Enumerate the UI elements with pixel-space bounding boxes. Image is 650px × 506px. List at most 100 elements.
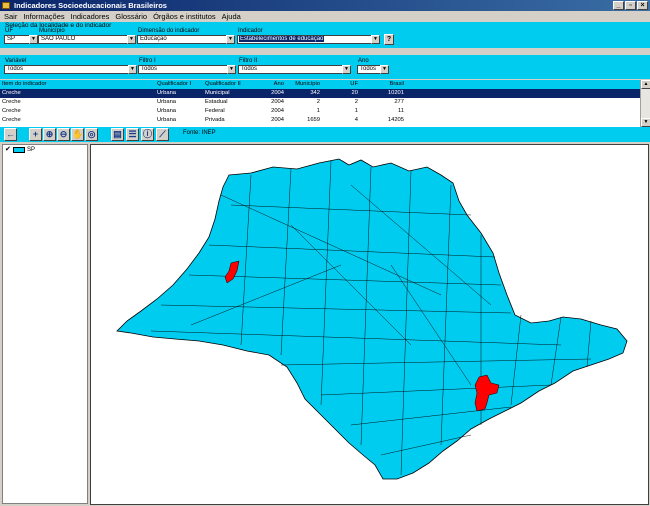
state-shape [116,158,628,480]
menu-ajuda[interactable]: Ajuda [222,11,241,22]
cell-item: Creche [2,90,21,96]
cell-ano: 2004 [271,90,284,96]
minimize-button[interactable]: _ [613,1,624,10]
col-brasil[interactable]: Brasil [378,80,405,89]
print-icon[interactable]: ▤ [111,128,124,141]
layer-swatch [13,147,25,153]
variavel-label: Variável [5,58,27,64]
measure-icon[interactable]: ⟋ [156,128,169,141]
cell-uf: 4 [354,117,358,123]
cell-qualificador2: Municipal [205,90,230,96]
table-row[interactable]: Creche Urbana Estadual 2004 2 2 277 [0,98,640,107]
indicador-label: Indicador [238,28,263,34]
pan-cross-icon[interactable]: + [29,128,42,141]
col-item[interactable]: Item do indicador [2,80,46,89]
close-button[interactable]: × [637,1,648,10]
filtro2-select[interactable]: Todos [238,65,343,74]
map-toolbar: ← + ⊕ ⊖ ✋ ◎ ▤ ☰ ⓘ ⟋ Fonte: INEP [0,127,650,142]
menu-glossario[interactable]: Glossário [115,11,147,22]
cell-qualificador2: Federal [205,108,225,114]
uf-select[interactable]: SP [4,35,30,44]
table-scrollbar[interactable]: ▲ ▼ [640,80,650,127]
indicador-select[interactable]: Estabelecimentos de educação [237,35,372,44]
map-view[interactable] [90,144,649,505]
dimensao-select[interactable]: Educação [137,35,227,44]
cell-brasil: 277 [394,99,404,105]
layer-item-sp[interactable]: ✔ SP [5,146,36,153]
cell-item: Creche [2,99,21,105]
app-icon [2,2,10,9]
municipio-select[interactable]: SAO PAULO [38,35,128,44]
scroll-up-icon[interactable]: ▲ [641,80,650,89]
cell-item: Creche [2,108,21,114]
selection-panel: Seleção da localidade e do indicador UF … [0,22,650,48]
dimensao-dropdown-arrow-icon[interactable]: ▼ [226,35,235,44]
cell-brasil: 14205 [387,117,404,123]
cell-brasil: 10201 [387,90,404,96]
cell-qualificador1: Urbana [157,99,177,105]
cell-ano: 2004 [271,99,284,105]
cell-municipio: 342 [310,90,320,96]
ano-dropdown-arrow-icon[interactable]: ▼ [380,65,389,74]
back-arrow-icon[interactable]: ← [4,128,17,141]
info-icon[interactable]: ⓘ [141,128,154,141]
cell-qualificador1: Urbana [157,117,177,123]
cell-municipio: 1659 [307,117,320,123]
menu-indicadores[interactable]: Indicadores [71,11,110,22]
menu-bar: Sair Informações Indicadores Glossário Ó… [0,11,650,22]
uf-label: UF [5,28,13,34]
filtro1-label: Filtro I [139,58,156,64]
ano-label: Ano [358,58,369,64]
municipio-dropdown-arrow-icon[interactable]: ▼ [127,35,136,44]
title-bar: Indicadores Socioeducacionais Brasileiro… [0,0,650,11]
cell-ano: 2004 [271,108,284,114]
filters-panel: Variável Todos ▼ Filtro I Todos ▼ Filtro… [0,55,650,79]
filtro2-label: Filtro II [239,58,258,64]
cell-uf: 20 [351,90,358,96]
menu-informacoes[interactable]: Informações [23,11,64,22]
variavel-select[interactable]: Todos [4,65,129,74]
cell-qualificador2: Estadual [205,99,228,105]
layer-name: SP [27,147,36,153]
help-button[interactable]: ? [384,34,394,45]
cell-brasil: 11 [397,108,404,114]
maximize-button[interactable]: ▫ [625,1,636,10]
filtro1-dropdown-arrow-icon[interactable]: ▼ [227,65,236,74]
col-municipio[interactable]: Município [292,80,320,89]
cell-municipio: 1 [316,108,320,114]
cell-qualificador1: Urbana [157,108,177,114]
table-row[interactable]: Creche Urbana Federal 2004 1 1 11 [0,107,640,116]
col-qualificador2[interactable]: Qualificador II [205,80,241,89]
table-row[interactable]: Creche Urbana Municipal 2004 342 20 1020… [0,89,640,98]
indicator-table: Item do indicador Qualificador I Qualifi… [0,80,650,127]
separator [0,48,650,55]
filtro2-dropdown-arrow-icon[interactable]: ▼ [342,65,351,74]
hand-pan-icon[interactable]: ✋ [71,128,84,141]
menu-orgaos[interactable]: Órgãos e institutos [153,11,216,22]
filtro1-select[interactable]: Todos [138,65,228,74]
cell-qualificador2: Privada [205,117,225,123]
zoom-out-icon[interactable]: ⊖ [57,128,70,141]
full-extent-icon[interactable]: ◎ [85,128,98,141]
table-row[interactable]: Creche Urbana Privada 2004 1659 4 14205 [0,116,640,125]
dimensao-label: Dimensão do indicador [138,28,200,34]
scroll-down-icon[interactable]: ▼ [641,118,650,127]
sao-paulo-map[interactable] [91,145,648,504]
col-qualificador1[interactable]: Qualificador I [157,80,191,89]
ano-select[interactable]: Todos [357,65,381,74]
layer-checkbox-icon[interactable]: ✔ [5,146,11,153]
menu-sair[interactable]: Sair [4,11,17,22]
cell-qualificador1: Urbana [157,90,177,96]
cell-ano: 2004 [271,117,284,123]
col-ano[interactable]: Ano [262,80,284,89]
zoom-in-icon[interactable]: ⊕ [43,128,56,141]
indicador-dropdown-arrow-icon[interactable]: ▼ [371,35,380,44]
cell-municipio: 2 [316,99,320,105]
col-uf[interactable]: UF [340,80,358,89]
indicador-selected-value: Estabelecimentos de educação [239,36,325,42]
cell-uf: 1 [354,108,358,114]
uf-dropdown-arrow-icon[interactable]: ▼ [29,35,38,44]
variavel-dropdown-arrow-icon[interactable]: ▼ [128,65,137,74]
cell-item: Creche [2,117,21,123]
list-icon[interactable]: ☰ [126,128,139,141]
